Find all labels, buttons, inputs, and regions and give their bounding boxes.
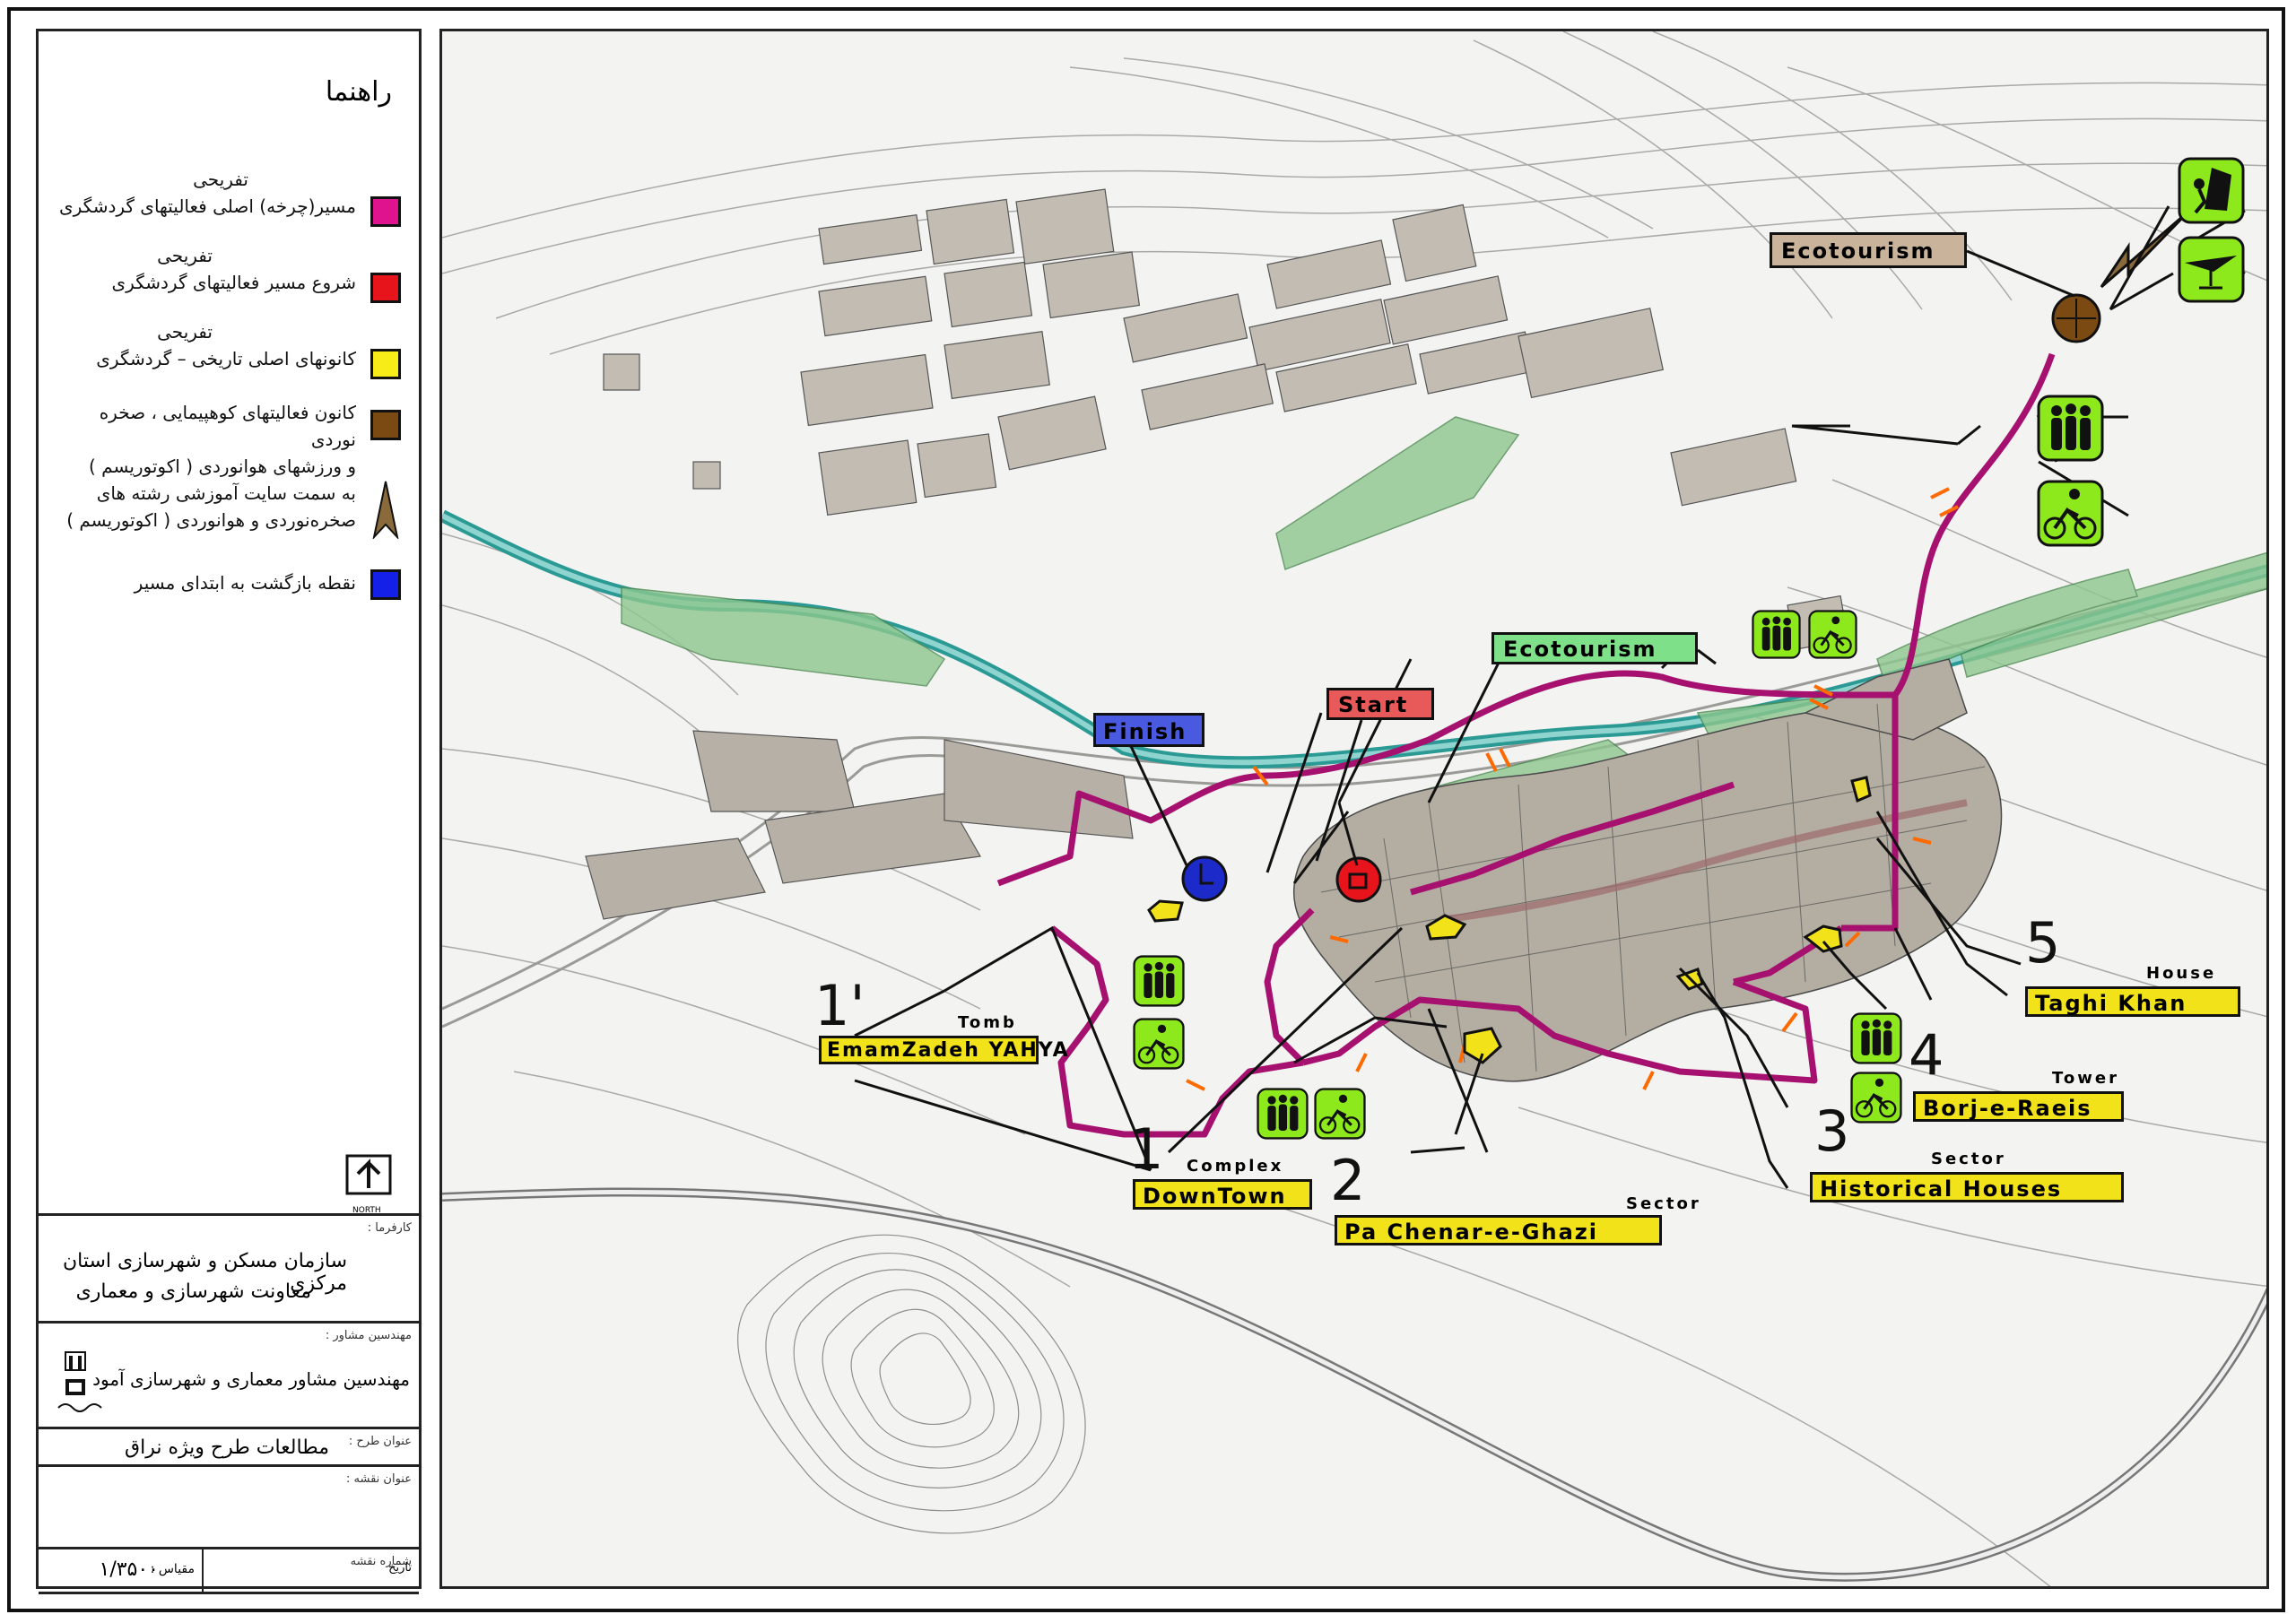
site-label-borj-e-raeis: Borj-e-Raeis (1913, 1091, 2124, 1122)
map-drawing (442, 31, 2266, 1586)
hikers-icon (1133, 955, 1185, 1007)
title-block-map-title: عنوان نقشه : (39, 1464, 419, 1547)
hikers-icon (1752, 610, 1801, 659)
site-type-complex: Complex (1187, 1157, 1284, 1176)
site-type-sector-3: Sector (1931, 1150, 2006, 1168)
site-type-house: House (2146, 964, 2217, 983)
start-label: Start (1326, 688, 1434, 720)
rock-climbing-icon (2178, 157, 2245, 224)
site-type-tomb: Tomb (958, 1013, 1017, 1032)
legend-swatch-blue (370, 569, 401, 600)
title-block-client: کارفرما : سازمان مسکن و شهرسازی استان مر… (39, 1213, 419, 1321)
title-block-project: عنوان طرح : مطالعات طرح ویژه نراق (39, 1427, 419, 1464)
finish-label: Finish (1093, 713, 1205, 747)
legend-item-return-point: نقطه بازگشت به ابتدای مسیر (51, 569, 401, 605)
cyclist-icon (1314, 1088, 1366, 1140)
legend-item-main-route: تفریحی مسیر(چرخه) اصلی فعالیتهای گردشگری (51, 166, 401, 229)
legend-item-training-site: به سمت سایت آموزشی رشته های صخره‌نوردی و … (51, 480, 401, 542)
title-block-scale: شماره نقشه مقیاس : ۱/۳۵۰۰ (39, 1547, 419, 1592)
site-type-tower: Tower (2052, 1069, 2119, 1088)
site-label-taghi-khan: Taghi Khan (2025, 986, 2240, 1017)
date-label: تاریخ (388, 1561, 412, 1575)
site-number-3: 3 (1814, 1098, 1850, 1164)
hikers-icon (1850, 1012, 1902, 1064)
hikers-icon (1257, 1088, 1309, 1140)
cyclist-icon (1808, 610, 1857, 659)
site-label-downtown: DownTown (1133, 1179, 1312, 1210)
legend-swatch-red (370, 273, 401, 303)
legend-title: راهنما (325, 76, 392, 108)
site-number-5: 5 (2025, 910, 2061, 976)
arrow-icon (372, 481, 399, 539)
cyclist-icon (1133, 1018, 1185, 1070)
legend-swatch-brown (370, 410, 401, 440)
legend-swatch-yellow (370, 349, 401, 379)
site-label-pa-chenar-e-ghazi: Pa Chenar-e-Ghazi (1335, 1215, 1662, 1245)
site-number-1: 1 (1128, 1116, 1164, 1182)
legend-panel: راهنما تفریحی مسیر(چرخه) اصلی فعالیتهای گ… (36, 29, 422, 1594)
map-canvas: Ecotourism Ecotourism Start Finish 1' To… (439, 29, 2269, 1589)
hang-gliding-icon (2178, 236, 2245, 303)
legend-item-ecotourism-hub: کانون فعالیتهای کوهپیمایی ، صخره نوردی و … (51, 399, 401, 477)
title-block-date (39, 1592, 419, 1594)
hikers-icon (2037, 395, 2104, 462)
ecotourism-label-mid: Ecotourism (1492, 632, 1698, 664)
legend-item-historic-poi: تفریحی کانونهای اصلی تاریخی – گردشگری (51, 318, 401, 381)
cyclist-icon (1850, 1072, 1902, 1124)
site-label-historical-houses: Historical Houses (1810, 1172, 2124, 1202)
legend-swatch-magenta (370, 196, 401, 227)
site-number-2: 2 (1330, 1148, 1366, 1213)
ecotourism-label-top: Ecotourism (1770, 232, 1967, 268)
site-label-emamzadeh-yahya: EmamZadeh YAHYA (819, 1036, 1068, 1064)
site-number-4: 4 (1909, 1022, 1944, 1088)
north-arrow-icon (345, 1154, 392, 1195)
title-block-consultant: مهندسین مشاور : مهندسین مشاور معماری و ش… (39, 1321, 419, 1427)
legend-item-route-start: تفریحی شروع مسیر فعالیتهای گردشگری (51, 242, 401, 305)
consultant-logo-icon (57, 1351, 102, 1412)
site-type-sector-2: Sector (1626, 1194, 1701, 1213)
cyclist-icon (2037, 480, 2104, 547)
site-number-1prime: 1' (814, 973, 865, 1038)
